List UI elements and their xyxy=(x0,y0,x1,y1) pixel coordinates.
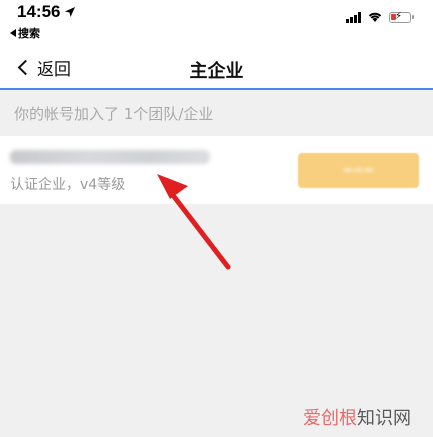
company-action-button[interactable]: ▬▬▬ xyxy=(298,153,419,188)
battery-icon: ⚡ xyxy=(389,10,414,23)
charging-bolt-icon: ⚡ xyxy=(395,10,403,22)
watermark-red-part: 爱创根 xyxy=(303,408,357,429)
company-level: 认证企业，v4等级 xyxy=(10,177,126,193)
status-icons: ⚡ xyxy=(346,10,414,23)
status-time-text: 14:56 xyxy=(17,2,61,21)
location-arrow-icon xyxy=(65,7,76,17)
status-time: 14:56 xyxy=(17,2,76,22)
watermark-gray-part: 知识网 xyxy=(357,408,411,429)
back-app-label: 搜索 xyxy=(18,27,40,40)
page-title: 主企业 xyxy=(189,61,244,82)
team-count-text: 你的帐号加入了 1个团队/企业 xyxy=(0,92,433,136)
back-triangle-icon xyxy=(10,29,16,37)
watermark: 爱创根知识网 xyxy=(303,404,411,430)
company-action-button-blurred-label: ▬▬▬ xyxy=(342,163,375,176)
cellular-signal-icon xyxy=(346,11,361,23)
back-to-app[interactable]: 搜索 xyxy=(10,25,40,41)
company-name-blurred xyxy=(10,150,210,164)
navigation-bar: 返回 主企业 xyxy=(0,48,433,90)
company-list-item[interactable]: 认证企业，v4等级 ▬▬▬ xyxy=(0,136,433,204)
status-bar: 14:56 搜索 ⚡ xyxy=(0,0,433,48)
wifi-icon xyxy=(368,12,382,22)
